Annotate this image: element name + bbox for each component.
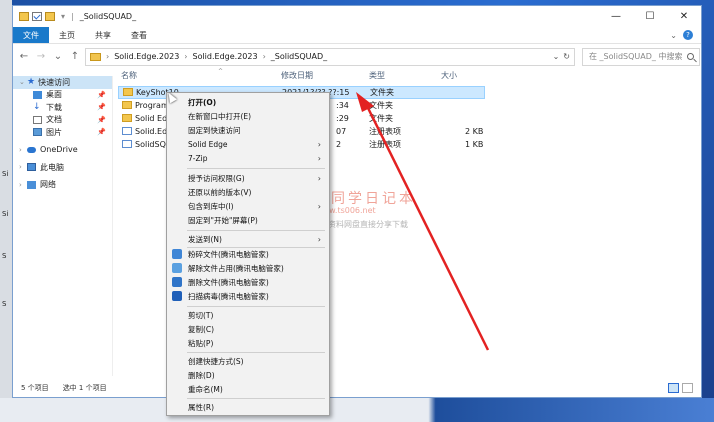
annotation-arrow-line (366, 107, 490, 351)
annotation-arrow-head-icon (356, 92, 374, 112)
annotation-overlay (356, 92, 490, 351)
